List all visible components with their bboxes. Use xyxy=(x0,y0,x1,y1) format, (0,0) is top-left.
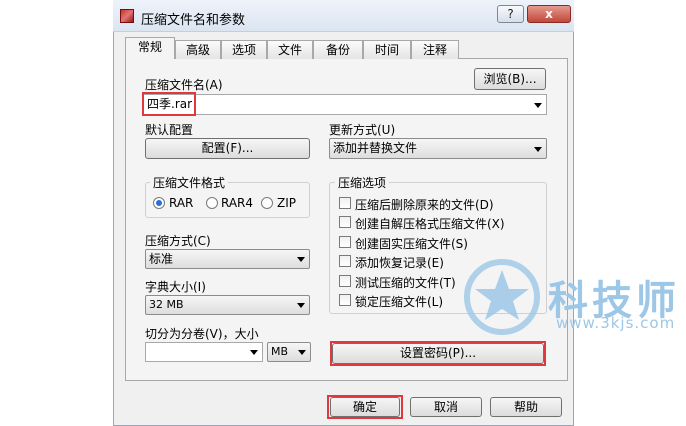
checkbox-create-sfx[interactable] xyxy=(339,216,351,228)
radio-rar[interactable] xyxy=(153,197,165,209)
radio-rar-label: RAR xyxy=(169,196,194,210)
archive-name-combobox[interactable]: 四季.rar xyxy=(143,94,547,115)
question-icon: ? xyxy=(507,7,514,21)
radio-zip-label: ZIP xyxy=(277,196,296,210)
chevron-down-icon xyxy=(534,102,542,108)
checkbox-test-files[interactable] xyxy=(339,275,351,287)
checkbox-lock-archive-label: 锁定压缩文件(L) xyxy=(355,295,444,309)
chevron-down-icon xyxy=(298,350,306,355)
dictionary-size-label: 字典大小(I) xyxy=(145,280,206,294)
tab-files[interactable]: 文件 xyxy=(267,40,313,59)
split-volumes-label: 切分为分卷(V)，大小 xyxy=(145,327,259,341)
tab-general[interactable]: 常规 xyxy=(125,37,175,59)
archive-format-legend: 压缩文件格式 xyxy=(150,174,229,191)
checkbox-recovery-record[interactable] xyxy=(339,255,351,267)
update-mode-value: 添加并替换文件 xyxy=(333,141,418,155)
split-size-combobox[interactable] xyxy=(145,342,263,362)
help-button[interactable]: 帮助 xyxy=(490,397,562,417)
profiles-button[interactable]: 配置(F)... xyxy=(145,138,310,159)
cancel-button[interactable]: 取消 xyxy=(410,397,482,417)
split-unit-select[interactable]: MB xyxy=(267,342,311,362)
checkbox-delete-after[interactable] xyxy=(339,197,351,209)
browse-button[interactable]: 浏览(B)... xyxy=(474,68,546,90)
checkbox-solid-archive[interactable] xyxy=(339,236,351,248)
radio-rar4[interactable] xyxy=(206,197,218,209)
archive-name-label: 压缩文件名(A) xyxy=(145,78,223,92)
ok-highlight xyxy=(327,395,403,419)
archiving-options-legend: 压缩选项 xyxy=(335,174,390,191)
tab-comment[interactable]: 注释 xyxy=(411,40,459,59)
tab-time[interactable]: 时间 xyxy=(363,40,411,59)
chevron-down-icon xyxy=(534,146,542,152)
tab-backup[interactable]: 备份 xyxy=(313,40,363,59)
checkbox-solid-archive-label: 创建固实压缩文件(S) xyxy=(355,237,468,251)
watermark-star-icon xyxy=(463,258,541,336)
help-caption-button[interactable]: ? xyxy=(497,5,524,23)
chevron-down-icon xyxy=(297,303,305,308)
winrar-app-icon xyxy=(120,9,134,23)
checkbox-recovery-record-label: 添加恢复记录(E) xyxy=(355,256,444,270)
window-title: 压缩文件名和参数 xyxy=(141,13,246,28)
compression-method-label: 压缩方式(C) xyxy=(145,234,211,248)
update-mode-label: 更新方式(U) xyxy=(329,123,396,137)
checkbox-create-sfx-label: 创建自解压格式压缩文件(X) xyxy=(355,217,505,231)
watermark-url: www.3kjs.com xyxy=(556,314,676,332)
compression-method-select[interactable]: 标准 xyxy=(145,249,310,269)
dictionary-size-select[interactable]: 32 MB xyxy=(145,295,310,315)
close-icon: x xyxy=(545,7,553,21)
chevron-down-icon xyxy=(297,257,305,262)
dictionary-size-value: 32 MB xyxy=(149,298,184,311)
profile-label: 默认配置 xyxy=(145,123,194,137)
radio-rar4-label: RAR4 xyxy=(221,196,254,210)
checkbox-test-files-label: 测试压缩的文件(T) xyxy=(355,276,456,290)
tab-options[interactable]: 选项 xyxy=(221,40,267,59)
compression-method-value: 标准 xyxy=(149,252,174,266)
close-button[interactable]: x xyxy=(527,5,571,23)
chevron-down-icon xyxy=(250,350,258,355)
split-unit-value: MB xyxy=(271,345,289,358)
radio-zip[interactable] xyxy=(261,197,273,209)
checkbox-lock-archive[interactable] xyxy=(339,294,351,306)
set-password-highlight xyxy=(330,341,546,366)
tab-advanced[interactable]: 高级 xyxy=(175,40,221,59)
update-mode-select[interactable]: 添加并替换文件 xyxy=(329,138,547,159)
checkbox-delete-after-label: 压缩后删除原来的文件(D) xyxy=(355,198,494,212)
archive-name-highlight xyxy=(142,92,196,116)
